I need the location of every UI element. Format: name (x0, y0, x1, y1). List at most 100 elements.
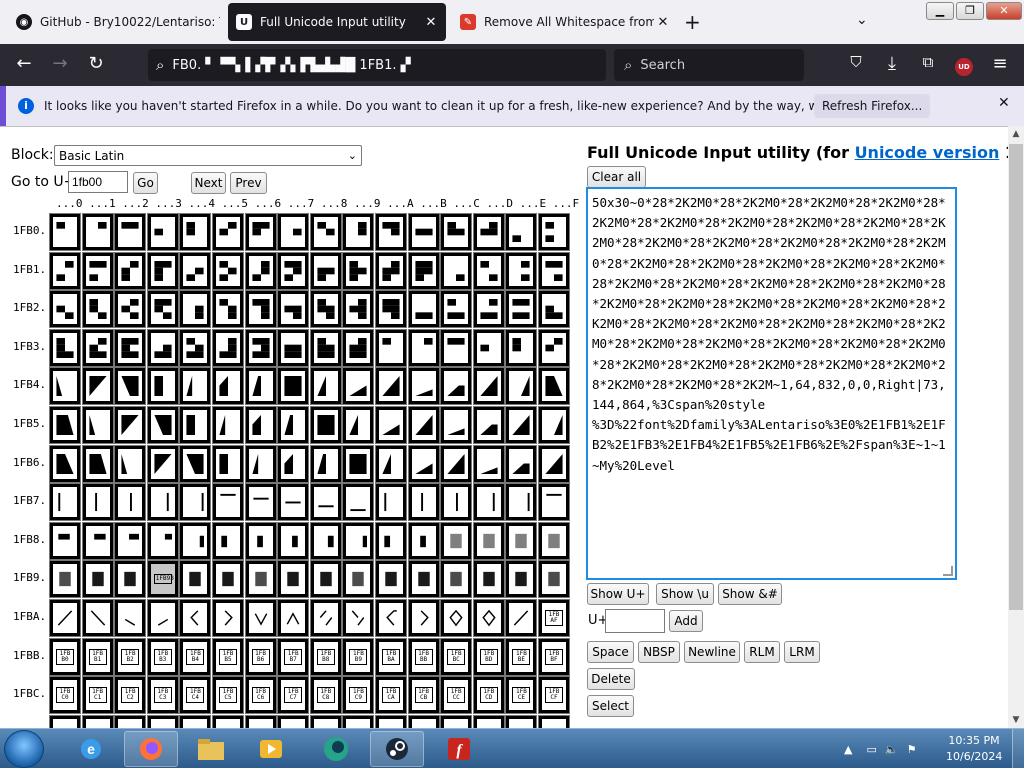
character-cell[interactable] (538, 521, 570, 560)
character-cell[interactable] (407, 251, 440, 290)
character-cell[interactable]: 1FB B2 (114, 637, 147, 676)
character-cell[interactable]: 1FB B3 (146, 637, 179, 676)
maximize-button[interactable]: ❐ (956, 2, 984, 20)
character-cell[interactable] (472, 251, 505, 290)
character-cell[interactable] (375, 714, 407, 728)
url-bar[interactable]: ⌕ FB0. ▘▝▀▖▌▞▛▗▚▐▜▄▙▟█ 1FB1. ▞ (148, 49, 606, 81)
character-cell[interactable] (505, 213, 538, 251)
character-cell[interactable] (81, 328, 114, 367)
show-desktop-button[interactable] (1012, 729, 1024, 768)
character-cell[interactable] (472, 560, 505, 599)
character-cell[interactable] (81, 251, 114, 290)
character-cell[interactable] (472, 406, 505, 444)
character-cell[interactable] (440, 328, 473, 367)
character-cell[interactable] (277, 328, 310, 367)
character-cell[interactable] (505, 251, 538, 290)
steam-icon[interactable] (370, 731, 424, 767)
character-cell[interactable] (472, 521, 505, 560)
character-cell[interactable] (277, 483, 310, 522)
character-cell[interactable]: 1FB C3 (146, 676, 179, 715)
show-hidden-icons-icon[interactable]: ▲ (844, 743, 852, 756)
character-cell[interactable] (114, 290, 147, 329)
character-cell[interactable] (440, 599, 473, 637)
character-cell[interactable]: 1FB BD (472, 637, 505, 676)
close-tab-icon[interactable]: ✕ (654, 15, 672, 30)
character-cell[interactable] (505, 714, 538, 728)
character-cell[interactable] (179, 483, 212, 522)
character-cell[interactable] (375, 560, 407, 599)
character-cell[interactable] (407, 290, 440, 329)
character-cell[interactable] (309, 521, 342, 560)
character-cell[interactable] (49, 483, 81, 522)
character-cell[interactable] (81, 406, 114, 444)
character-cell[interactable] (538, 444, 570, 483)
character-cell[interactable] (440, 714, 473, 728)
character-cell[interactable] (49, 213, 81, 251)
character-cell[interactable] (342, 290, 375, 329)
character-cell[interactable] (49, 406, 81, 444)
character-cell[interactable] (49, 251, 81, 290)
page-scrollbar[interactable]: ▲ ▼ (1008, 126, 1024, 728)
close-notification-icon[interactable]: ✕ (998, 95, 1010, 111)
character-cell[interactable] (179, 367, 212, 406)
character-cell[interactable]: 1FB BC (440, 637, 473, 676)
character-cell[interactable] (472, 599, 505, 637)
character-cell[interactable] (114, 560, 147, 599)
character-cell[interactable] (244, 483, 277, 522)
character-cell[interactable]: 1FB C5 (212, 676, 244, 715)
character-cell[interactable] (375, 290, 407, 329)
character-cell[interactable] (309, 714, 342, 728)
character-cell[interactable] (81, 290, 114, 329)
character-cell[interactable] (538, 251, 570, 290)
character-cell[interactable] (49, 290, 81, 329)
character-cell[interactable]: 1FB BF (538, 637, 570, 676)
character-cell[interactable] (179, 290, 212, 329)
next-button[interactable]: Next (191, 172, 226, 194)
character-cell[interactable]: 1FB B6 (244, 637, 277, 676)
character-cell[interactable] (277, 406, 310, 444)
character-cell[interactable] (49, 521, 81, 560)
space-button[interactable]: Space (587, 641, 634, 663)
character-cell[interactable]: 1FB C0 (49, 676, 81, 715)
show-uplus-button[interactable]: Show U+ (587, 583, 649, 605)
character-cell[interactable] (81, 213, 114, 251)
character-cell[interactable] (375, 251, 407, 290)
menu-icon[interactable]: ≡ (988, 53, 1012, 74)
character-cell[interactable] (146, 521, 179, 560)
newline-button[interactable]: Newline (684, 641, 740, 663)
character-cell[interactable] (472, 367, 505, 406)
character-cell[interactable] (49, 714, 81, 728)
downloads-icon[interactable]: ⤓ (880, 53, 904, 74)
character-cell[interactable] (277, 367, 310, 406)
character-cell[interactable] (472, 290, 505, 329)
internet-explorer-icon[interactable]: e (64, 731, 118, 767)
character-cell[interactable] (505, 367, 538, 406)
character-cell[interactable]: 1FB CD (472, 676, 505, 715)
character-cell[interactable] (81, 483, 114, 522)
character-cell[interactable]: 1FB93 (146, 560, 179, 599)
character-cell[interactable] (81, 599, 114, 637)
character-cell[interactable] (342, 714, 375, 728)
media-player-icon[interactable] (244, 731, 298, 767)
scroll-down-icon[interactable]: ▼ (1008, 712, 1024, 728)
character-cell[interactable] (505, 483, 538, 522)
character-cell[interactable] (114, 251, 147, 290)
character-cell[interactable] (49, 328, 81, 367)
character-cell[interactable] (538, 483, 570, 522)
character-cell[interactable] (212, 328, 244, 367)
resize-handle[interactable] (943, 566, 953, 576)
character-cell[interactable]: 1FB CF (538, 676, 570, 715)
browser-globe-icon[interactable] (309, 731, 363, 767)
character-cell[interactable] (538, 290, 570, 329)
character-cell[interactable] (212, 290, 244, 329)
character-cell[interactable] (505, 290, 538, 329)
character-cell[interactable] (114, 367, 147, 406)
character-cell[interactable] (277, 521, 310, 560)
character-cell[interactable] (538, 560, 570, 599)
character-cell[interactable]: 1FB B1 (81, 637, 114, 676)
character-cell[interactable] (244, 251, 277, 290)
character-cell[interactable] (277, 290, 310, 329)
character-cell[interactable] (179, 521, 212, 560)
character-cell[interactable] (505, 560, 538, 599)
character-cell[interactable] (244, 444, 277, 483)
